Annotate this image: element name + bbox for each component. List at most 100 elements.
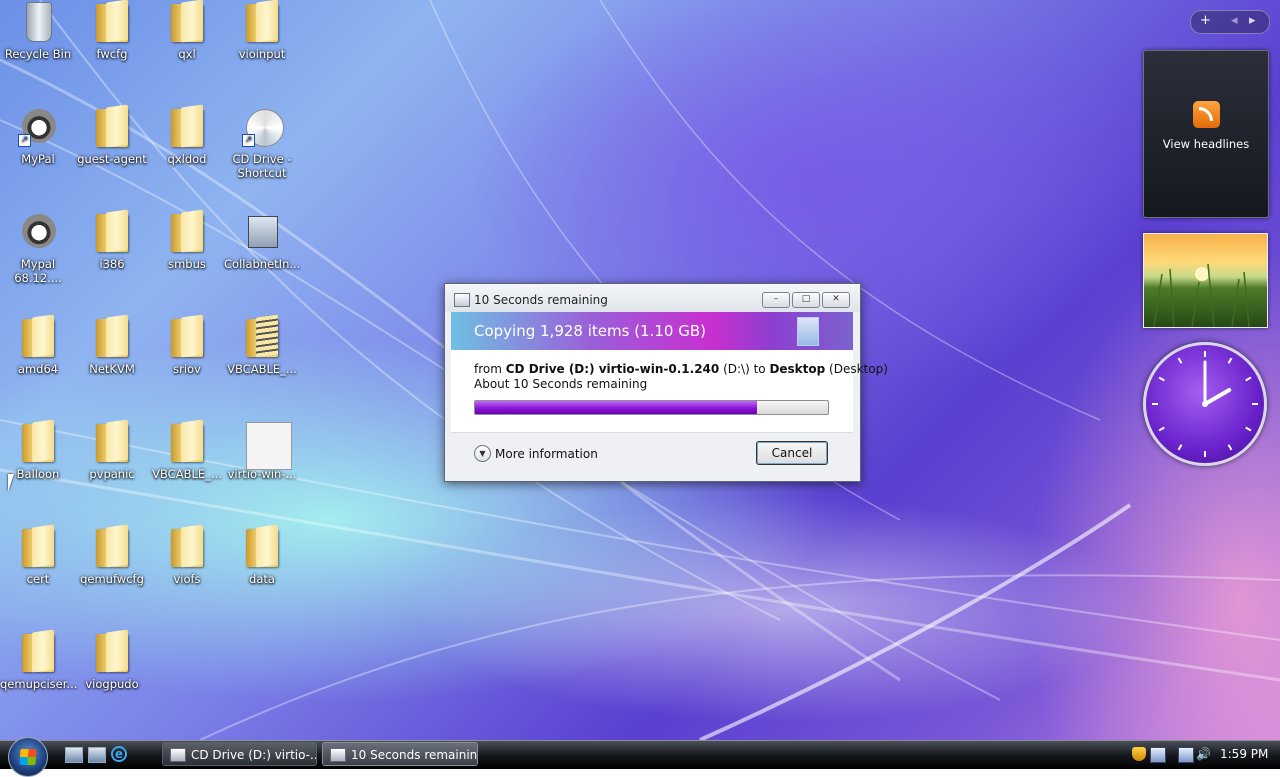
desktop-icon-label: amd64 bbox=[17, 362, 59, 376]
desktop-icon[interactable]: smbus bbox=[149, 210, 225, 271]
destination-name[interactable]: Desktop bbox=[769, 362, 825, 376]
desktop-icon-label: qxldod bbox=[167, 152, 207, 166]
copy-summary: Copying 1,928 items (1.10 GB) bbox=[474, 322, 706, 340]
folder-icon bbox=[90, 630, 134, 674]
desktop-icon-label: NetKVM bbox=[89, 362, 135, 376]
desktop-icon-label: viogpudo bbox=[85, 677, 139, 691]
desktop-icon[interactable]: qxl bbox=[149, 0, 225, 61]
desktop-icon[interactable]: virtio-win-... bbox=[224, 420, 300, 481]
desktop-icon[interactable]: qemupciser... bbox=[0, 630, 77, 691]
from-prefix: from bbox=[474, 362, 506, 376]
mypal-icon bbox=[16, 210, 60, 254]
desktop-icon[interactable]: VBCABLE_... bbox=[224, 315, 300, 376]
taskbar-item-label: CD Drive (D:) virtio-... bbox=[191, 748, 317, 762]
more-information-link[interactable]: More information bbox=[495, 447, 598, 461]
rss-icon bbox=[1193, 101, 1220, 128]
cd-drive-icon bbox=[170, 748, 186, 762]
security-shield-icon[interactable] bbox=[1132, 747, 1146, 761]
taskbar-clock[interactable]: 1:59 PM bbox=[1220, 747, 1268, 761]
internet-explorer-icon[interactable]: e bbox=[111, 746, 127, 762]
folder-icon bbox=[90, 420, 134, 464]
desktop-icon[interactable]: cert bbox=[0, 525, 76, 586]
dialog-title: 10 Seconds remaining bbox=[474, 293, 608, 307]
clock-gadget[interactable] bbox=[1143, 342, 1267, 466]
desktop-icon[interactable]: fwcfg bbox=[74, 0, 150, 61]
hour-hand bbox=[1203, 388, 1232, 406]
desktop-icon[interactable]: i386 bbox=[74, 210, 150, 271]
installer-icon bbox=[240, 210, 284, 254]
desktop-icon[interactable]: viogpudo bbox=[74, 630, 150, 691]
desktop-icon[interactable]: guest-agent bbox=[74, 105, 150, 166]
show-desktop-icon[interactable] bbox=[65, 747, 83, 763]
desktop-icon-label: sriov bbox=[173, 362, 201, 376]
folder-icon bbox=[240, 0, 284, 44]
desktop-icon[interactable]: amd64 bbox=[0, 315, 76, 376]
zip-folder-icon bbox=[240, 315, 284, 359]
recycle-bin-icon bbox=[16, 0, 60, 44]
folder-icon bbox=[16, 420, 60, 464]
volume-icon[interactable]: 🔊 bbox=[1196, 747, 1211, 761]
desktop-icon-label: pvpanic bbox=[89, 467, 135, 481]
switch-windows-icon[interactable] bbox=[88, 747, 106, 763]
add-gadget-button[interactable]: + bbox=[1200, 13, 1211, 28]
desktop-icon[interactable]: qemufwcfg bbox=[74, 525, 150, 586]
source-path: (D:\) to bbox=[719, 362, 770, 376]
desktop-icon-label: vioinput bbox=[238, 47, 286, 61]
desktop-icon-label: cert bbox=[26, 572, 50, 586]
maximize-button[interactable]: □ bbox=[792, 292, 820, 308]
folder-icon bbox=[90, 0, 134, 44]
desktop-icon[interactable]: viofs bbox=[149, 525, 225, 586]
folder-icon bbox=[165, 315, 209, 359]
desktop-icon-label: qemufwcfg bbox=[80, 572, 144, 586]
view-headlines-link[interactable]: View headlines bbox=[1144, 137, 1268, 151]
desktop-icon[interactable]: vioinput bbox=[224, 0, 300, 61]
copy-banner: Copying 1,928 items (1.10 GB) bbox=[451, 312, 853, 350]
rss-feed-gadget[interactable]: View headlines bbox=[1143, 50, 1269, 218]
progress-fill bbox=[475, 401, 758, 414]
copy-source-destination: from CD Drive (D:) virtio-win-0.1.240 (D… bbox=[474, 362, 888, 376]
desktop-icon-label: i386 bbox=[99, 257, 125, 271]
start-button[interactable] bbox=[8, 737, 48, 777]
desktop-icon-label: CollabnetIn... bbox=[224, 257, 301, 271]
desktop-icon[interactable]: CollabnetIn... bbox=[224, 210, 300, 271]
dialog-titlebar[interactable]: 10 Seconds remaining – □ ✕ bbox=[445, 284, 860, 312]
desktop-icon[interactable]: sriov bbox=[149, 315, 225, 376]
taskbar-item-copy-progress[interactable]: 10 Seconds remaining bbox=[322, 742, 478, 766]
slideshow-gadget[interactable] bbox=[1143, 233, 1268, 328]
desktop-icon-label: VBCABLE_... bbox=[227, 362, 297, 376]
desktop-icon-label: qxl bbox=[178, 47, 196, 61]
desktop-icon[interactable]: Mypal 68.12.... bbox=[0, 210, 76, 285]
desktop-icon-label: MyPal bbox=[21, 152, 55, 166]
slideshow-image bbox=[1153, 263, 1250, 328]
network-icon[interactable] bbox=[1178, 747, 1194, 763]
desktop-icon[interactable]: data bbox=[224, 525, 300, 586]
gadget-prev-button[interactable]: ◂ bbox=[1231, 13, 1238, 28]
desktop-icon[interactable]: Recycle Bin bbox=[0, 0, 76, 61]
desktop-icon[interactable]: NetKVM bbox=[74, 315, 150, 376]
chevron-down-icon[interactable]: ▼ bbox=[474, 445, 491, 462]
desktop-icon[interactable]: VBCABLE_... bbox=[149, 420, 225, 481]
desktop-icon[interactable]: pvpanic bbox=[74, 420, 150, 481]
desktop-icon-label: Recycle Bin bbox=[4, 47, 72, 61]
desktop-icon-label: CD Drive - Shortcut bbox=[232, 152, 292, 180]
desktop-icon-label: data bbox=[249, 572, 275, 586]
desktop-icon[interactable]: ↗ CD Drive - Shortcut bbox=[224, 105, 300, 180]
windows-flag-icon[interactable] bbox=[1150, 747, 1166, 763]
cancel-button[interactable]: Cancel bbox=[756, 441, 828, 465]
gadget-next-button[interactable]: ▸ bbox=[1249, 13, 1256, 28]
folder-icon bbox=[165, 420, 209, 464]
copy-icon bbox=[454, 293, 470, 307]
document-icon bbox=[797, 317, 819, 346]
folder-icon bbox=[165, 210, 209, 254]
close-button[interactable]: ✕ bbox=[822, 292, 850, 308]
folder-icon bbox=[165, 105, 209, 149]
folder-icon bbox=[90, 315, 134, 359]
minimize-button[interactable]: – bbox=[762, 292, 790, 308]
desktop-icon[interactable]: Balloon bbox=[0, 420, 76, 481]
taskbar-item-cd-drive[interactable]: CD Drive (D:) virtio-... bbox=[162, 742, 317, 766]
desktop-icon[interactable]: qxldod bbox=[149, 105, 225, 166]
source-name[interactable]: CD Drive (D:) virtio-win-0.1.240 bbox=[506, 362, 720, 376]
archive-icon bbox=[240, 420, 292, 470]
time-remaining: About 10 Seconds remaining bbox=[474, 377, 648, 391]
desktop-icon[interactable]: ↗ MyPal bbox=[0, 105, 76, 166]
